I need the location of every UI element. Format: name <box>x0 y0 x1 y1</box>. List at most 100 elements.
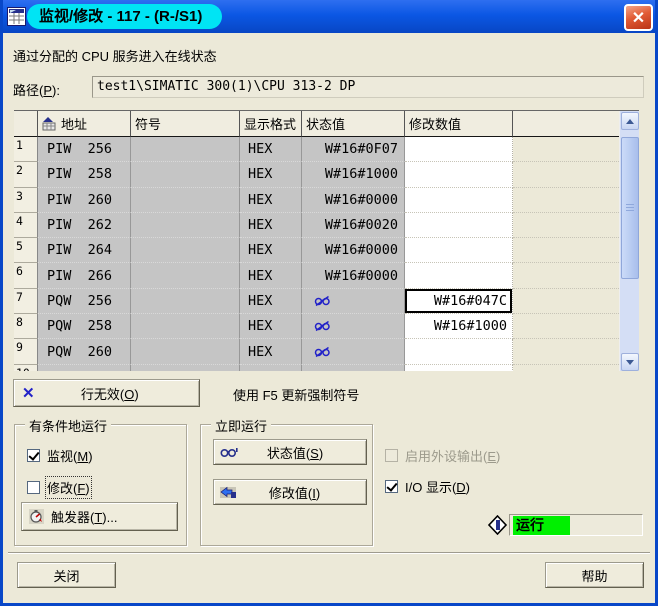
invalid-row-button[interactable]: ✕ 行无效(O) <box>13 379 200 407</box>
vertical-scrollbar[interactable] <box>619 111 639 371</box>
path-field[interactable]: test1\SIMATIC 300(1)\CPU 313-2 DP <box>92 76 644 98</box>
trigger-button[interactable]: 触发器(T)... <box>21 502 178 531</box>
modify-cell[interactable] <box>405 137 513 162</box>
address-cell[interactable]: PIW 262 <box>38 213 131 238</box>
modify-cell[interactable] <box>405 263 513 288</box>
row-number[interactable]: 6 <box>14 263 38 288</box>
status-cell[interactable]: W#16#0000 <box>302 263 405 288</box>
io-display-row[interactable]: I/O 显示(D) <box>385 477 470 496</box>
row-number[interactable]: 5 <box>14 238 38 263</box>
symbol-cell[interactable] <box>131 213 240 238</box>
table-row[interactable]: 5PIW 264 HEXW#16#0000 <box>14 238 619 263</box>
status-cell[interactable] <box>302 339 405 364</box>
status-cell[interactable] <box>302 365 405 371</box>
glasses-icon <box>220 446 238 458</box>
format-cell[interactable]: HEX <box>240 213 302 238</box>
status-cell[interactable]: W#16#0F07 <box>302 137 405 162</box>
format-cell[interactable]: HEX <box>240 289 302 314</box>
table-row[interactable]: 1PIW 256 HEXW#16#0F07 <box>14 137 619 162</box>
symbol-cell[interactable] <box>131 314 240 339</box>
status-cell[interactable]: W#16#0000 <box>302 188 405 213</box>
modify-cell[interactable] <box>405 365 513 371</box>
help-button[interactable]: 帮助 <box>545 562 644 588</box>
symbol-cell[interactable] <box>131 339 240 364</box>
table-row[interactable]: 7PQW 256 HEX W#16#047C <box>14 289 619 314</box>
modify-cell[interactable] <box>405 213 513 238</box>
format-cell[interactable]: HEX <box>240 188 302 213</box>
row-number[interactable]: 7 <box>14 289 38 314</box>
table-row[interactable]: 8PQW 258 HEX W#16#1000 <box>14 314 619 339</box>
table-row[interactable]: 9PQW 260 HEX <box>14 339 619 364</box>
symbol-cell[interactable] <box>131 238 240 263</box>
modify-cell[interactable] <box>405 339 513 364</box>
header-symbol[interactable]: 符号 <box>131 111 240 137</box>
header-status[interactable]: 状态值 <box>302 111 405 137</box>
online-status-text: 通过分配的 CPU 服务进入在线状态 <box>13 46 217 65</box>
header-address[interactable]: 地址 <box>38 111 131 137</box>
status-cell[interactable] <box>302 289 405 314</box>
modify-cell[interactable] <box>405 188 513 213</box>
monitor-checkbox[interactable] <box>27 449 40 462</box>
scroll-up-icon[interactable] <box>621 112 639 130</box>
table-row[interactable]: 4PIW 262 HEXW#16#0020 <box>14 213 619 238</box>
row-number[interactable]: 8 <box>14 314 38 339</box>
address-cell[interactable]: PQW 256 <box>38 289 131 314</box>
modify-cell[interactable]: W#16#047C <box>405 289 513 314</box>
row-number[interactable]: 9 <box>14 339 38 364</box>
status-cell[interactable]: W#16#0000 <box>302 238 405 263</box>
titlebar[interactable]: 监视/修改 - 117 - (R-/S1) ✕ <box>0 0 658 33</box>
enable-peripheral-row: 启用外设输出(E) <box>385 446 500 465</box>
scrollbar-thumb[interactable] <box>621 137 639 279</box>
format-cell[interactable]: HEX <box>240 162 302 187</box>
format-cell[interactable]: HEX <box>240 339 302 364</box>
row-number[interactable]: 2 <box>14 162 38 187</box>
format-cell[interactable]: HEX <box>240 314 302 339</box>
symbol-cell[interactable] <box>131 188 240 213</box>
address-cell[interactable]: PIW 258 <box>38 162 131 187</box>
header-format[interactable]: 显示格式 <box>240 111 302 137</box>
modify-checkbox[interactable] <box>27 481 40 494</box>
status-cell[interactable] <box>302 314 405 339</box>
modify-value-button[interactable]: 修改值(I) <box>213 479 367 505</box>
modify-cell[interactable] <box>405 162 513 187</box>
row-number[interactable]: 10 <box>14 365 38 371</box>
filler-cell <box>513 213 619 238</box>
table-row[interactable]: 3PIW 260 HEXW#16#0000 <box>14 188 619 213</box>
address-cell[interactable]: PIW 264 <box>38 238 131 263</box>
symbol-cell[interactable] <box>131 137 240 162</box>
symbol-cell[interactable] <box>131 263 240 288</box>
modify-cell[interactable] <box>405 238 513 263</box>
format-cell[interactable]: HEX <box>240 137 302 162</box>
address-cell[interactable]: PIW 256 <box>38 137 131 162</box>
modify-checkbox-row[interactable]: 修改(F) <box>27 478 90 497</box>
address-cell[interactable]: PQW 258 <box>38 314 131 339</box>
symbol-cell[interactable] <box>131 365 240 371</box>
header-modify[interactable]: 修改数值 <box>405 111 513 137</box>
conditional-run-group: 有条件地运行 监视(M) 修改(F) 触发器(T)... <box>14 424 187 546</box>
table-row[interactable]: 2PIW 258 HEXW#16#1000 <box>14 162 619 187</box>
row-number[interactable]: 3 <box>14 188 38 213</box>
address-cell[interactable]: PIW 266 <box>38 263 131 288</box>
row-number[interactable]: 1 <box>14 137 38 162</box>
status-cell[interactable]: W#16#0020 <box>302 213 405 238</box>
address-cell[interactable]: PQW 260 <box>38 339 131 364</box>
monitor-checkbox-row[interactable]: 监视(M) <box>27 446 93 465</box>
table-row[interactable]: 6PIW 266 HEXW#16#0000 <box>14 263 619 288</box>
format-cell[interactable]: HEX <box>240 238 302 263</box>
symbol-cell[interactable] <box>131 162 240 187</box>
format-cell[interactable]: HEX <box>240 263 302 288</box>
symbol-cell[interactable] <box>131 289 240 314</box>
scroll-down-icon[interactable] <box>621 353 639 371</box>
io-display-checkbox[interactable] <box>385 480 398 493</box>
conditional-group-title: 有条件地运行 <box>25 416 111 435</box>
status-cell[interactable]: W#16#1000 <box>302 162 405 187</box>
status-value-button[interactable]: 状态值(S) <box>213 439 367 465</box>
row-number[interactable]: 4 <box>14 213 38 238</box>
format-cell[interactable]: HEX <box>240 365 302 371</box>
address-cell[interactable]: PIW 260 <box>38 188 131 213</box>
modify-cell[interactable]: W#16#1000 <box>405 314 513 339</box>
address-cell[interactable]: PQW 262 <box>38 365 131 371</box>
close-icon[interactable]: ✕ <box>624 4 653 31</box>
close-button[interactable]: 关闭 <box>17 562 116 588</box>
table-row[interactable]: 10PQW 262 HEX <box>14 365 619 371</box>
